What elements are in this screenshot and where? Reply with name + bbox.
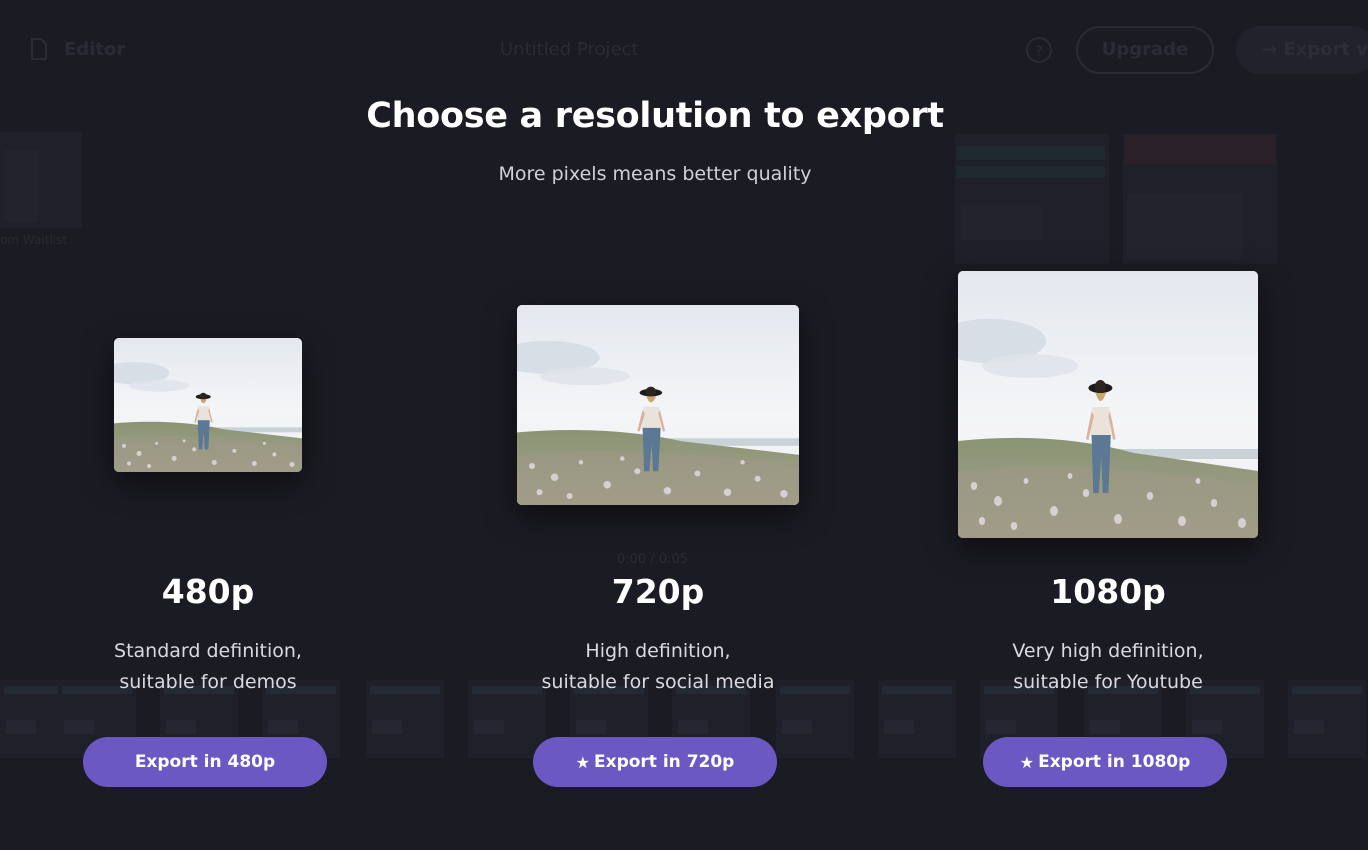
ghost-text: om Waitlist xyxy=(0,233,67,247)
resolution-description-1080p: Very high definition, suitable for Youtu… xyxy=(1012,640,1204,693)
export-720p-button[interactable]: ★ Export in 720p xyxy=(533,737,777,787)
export-label: Export v xyxy=(1283,39,1368,60)
dialog-title: Choose a resolution to export xyxy=(366,96,944,136)
editor-topbar: Editor Untitled Project ? Upgrade → Expo… xyxy=(0,0,1368,100)
ghost-panel-right-1 xyxy=(955,134,1109,264)
export-1080p-button[interactable]: ★ Export in 1080p xyxy=(983,737,1227,787)
resolution-description-720p: High definition, suitable for social med… xyxy=(541,640,775,693)
upgrade-button: Upgrade xyxy=(1076,26,1214,74)
document-icon xyxy=(31,38,47,60)
project-title: Untitled Project xyxy=(500,39,639,60)
star-icon: ★ xyxy=(575,752,590,772)
preview-720p-thumbnail xyxy=(517,305,799,505)
option-480p: 480p Standard definition, suitable for d… xyxy=(58,260,358,800)
editor-label: Editor xyxy=(64,39,126,60)
option-720p: 720p High definition, suitable for socia… xyxy=(508,260,808,800)
star-icon: ★ xyxy=(1019,752,1035,772)
resolution-description-480p: Standard definition, suitable for demos xyxy=(114,640,302,693)
preview-480p-thumbnail xyxy=(114,338,302,472)
ghost-panel-right-2 xyxy=(1123,134,1277,264)
resolution-label-480p: 480p xyxy=(161,572,255,611)
arrow-right-icon: → xyxy=(1262,39,1284,60)
export-button: → Export v xyxy=(1236,26,1368,74)
option-1080p: 1080p Very high definition, suitable for… xyxy=(958,260,1258,800)
help-icon: ? xyxy=(1026,37,1052,63)
preview-1080p-thumbnail xyxy=(958,271,1258,538)
export-480p-button[interactable]: Export in 480p xyxy=(83,737,327,787)
dialog-subtitle: More pixels means better quality xyxy=(498,163,812,185)
resolution-label-720p: 720p xyxy=(611,572,705,611)
resolution-label-1080p: 1080p xyxy=(1050,572,1166,611)
